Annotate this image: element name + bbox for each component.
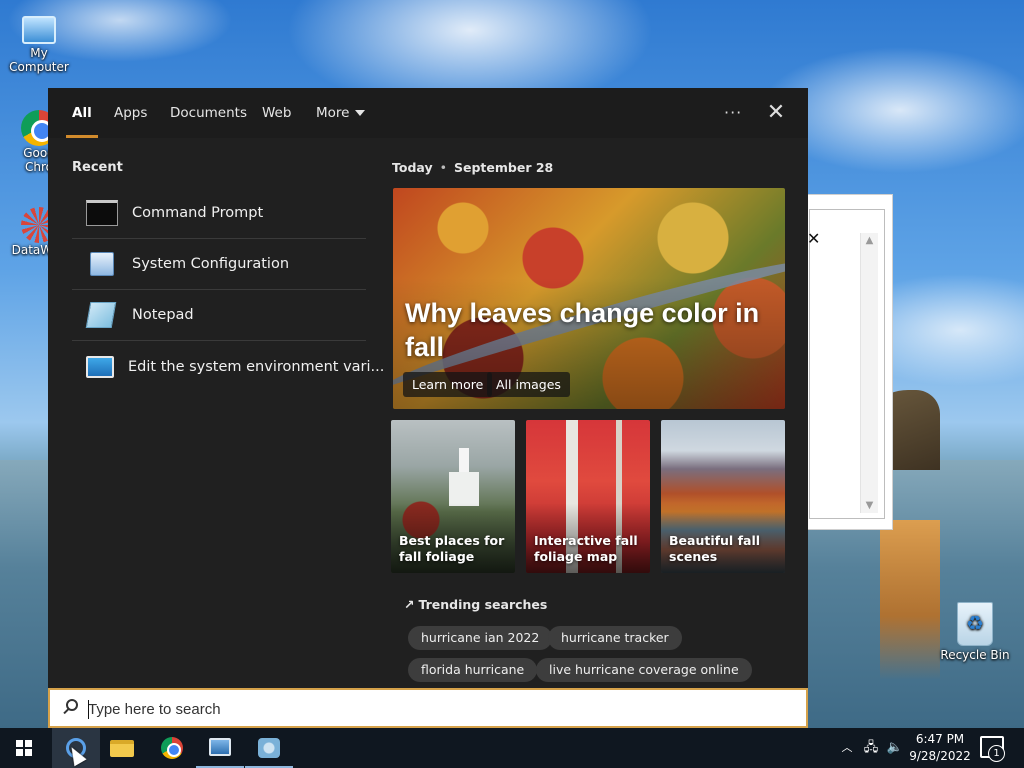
search-panel: All Apps Documents Web More ··· ✕ Recent… [48, 88, 808, 688]
system-configuration-icon [90, 252, 114, 276]
tab-more[interactable]: More [316, 88, 366, 138]
close-icon[interactable]: ✕ [762, 100, 790, 126]
hero-card[interactable]: Why leaves change color in fall Learn mo… [393, 188, 785, 409]
learn-more-button[interactable]: Learn more [403, 372, 493, 397]
trending-chip[interactable]: hurricane tracker [548, 626, 682, 650]
church-image [449, 448, 479, 506]
taskbar-clock[interactable]: 6:47 PM 9/28/2022 [908, 731, 972, 765]
start-button[interactable] [0, 728, 48, 768]
today-label: Today [392, 160, 433, 175]
recent-list: Command Prompt System Configuration Note… [72, 188, 384, 392]
clock-time: 6:47 PM [915, 732, 965, 746]
command-prompt-icon [86, 200, 118, 226]
taskbar-network-app[interactable] [196, 728, 244, 768]
today-date: September 28 [453, 160, 554, 175]
search-icon [62, 699, 80, 717]
tab-web[interactable]: Web [262, 88, 291, 138]
recent-heading: Recent [72, 160, 123, 175]
volume-icon[interactable]: 🔈 [884, 728, 906, 768]
thumbnail-card[interactable]: Beautiful fall scenes [661, 420, 785, 573]
recent-item-environment-variables[interactable]: Edit the system environment vari... [72, 341, 384, 392]
all-images-button[interactable]: All images [487, 372, 570, 397]
trending-chip[interactable]: live hurricane coverage online [536, 658, 752, 682]
recycle-bin-icon: ♻ [957, 602, 993, 646]
taskbar-settings-app[interactable] [245, 728, 293, 768]
taskbar-chrome[interactable] [148, 728, 196, 768]
tab-apps[interactable]: Apps [114, 88, 147, 138]
recent-item-label: Edit the system environment vari... [128, 358, 385, 375]
folder-icon [110, 740, 134, 757]
thumbnail-label: Beautiful fall scenes [669, 533, 761, 564]
recent-item-label: Notepad [132, 307, 194, 323]
trending-chip[interactable]: florida hurricane [408, 658, 538, 682]
desktop-icon-label: My Computer [9, 46, 69, 74]
desktop-wallpaper-reflection [880, 520, 940, 680]
recent-item-notepad[interactable]: Notepad [72, 290, 366, 341]
recent-item-system-configuration[interactable]: System Configuration [72, 239, 366, 290]
settings-app-icon [258, 738, 280, 758]
recent-item-label: System Configuration [132, 256, 290, 272]
network-tray-icon[interactable]: 🖧 [860, 728, 882, 768]
thumbnail-label: Interactive fall foliage map [534, 533, 638, 564]
environment-variables-icon [86, 355, 114, 378]
search-tabs-bar: All Apps Documents Web More ··· ✕ [48, 88, 808, 138]
chevron-down-icon [355, 110, 366, 116]
background-window-scrollbar[interactable]: ▲ ▼ [860, 233, 878, 513]
thumbnail-label: Best places for fall foliage [399, 533, 505, 564]
desktop-icon-recycle-bin[interactable]: ♻ Recycle Bin [936, 602, 1014, 662]
tab-all[interactable]: All [66, 88, 98, 138]
separator-dot: • [439, 160, 447, 175]
today-header: Today • September 28 [392, 160, 553, 175]
notification-badge: 1 [988, 745, 1005, 762]
hero-title: Why leaves change color in fall [405, 298, 760, 362]
desktop-icon-label: Recycle Bin [940, 648, 1010, 662]
notepad-icon [85, 302, 117, 328]
recent-item-command-prompt[interactable]: Command Prompt [72, 188, 366, 239]
network-computer-icon [209, 738, 231, 756]
windows-logo-icon [16, 740, 32, 756]
trending-arrow-icon: ↗ [404, 597, 415, 612]
computer-icon [22, 16, 56, 44]
more-options-icon[interactable]: ··· [724, 98, 742, 128]
background-window[interactable]: ✕ ▲ ▼ [806, 194, 893, 530]
tray-chevron-up-icon[interactable]: ︿ [836, 728, 858, 768]
trending-title: Trending searches [418, 597, 548, 612]
text-cursor [88, 700, 89, 719]
chrome-icon [161, 737, 183, 759]
desktop-icon-my-computer[interactable]: My Computer [0, 10, 78, 74]
thumbnail-card[interactable]: Best places for fall foliage [391, 420, 515, 573]
clock-date: 9/28/2022 [909, 749, 971, 763]
taskbar: ︿ 🖧 🔈 6:47 PM 9/28/2022 1 [0, 728, 1024, 768]
background-window-close-icon[interactable]: ✕ [807, 229, 820, 248]
tab-more-label: More [316, 105, 350, 121]
thumbnail-card[interactable]: Interactive fall foliage map [526, 420, 650, 573]
search-box[interactable] [48, 688, 808, 728]
tab-documents[interactable]: Documents [170, 88, 247, 138]
taskbar-file-explorer[interactable] [98, 728, 146, 768]
trending-heading: ↗ Trending searches [404, 597, 547, 612]
recent-item-label: Command Prompt [132, 205, 264, 221]
trending-chip[interactable]: hurricane ian 2022 [408, 626, 553, 650]
search-input[interactable] [88, 697, 788, 721]
